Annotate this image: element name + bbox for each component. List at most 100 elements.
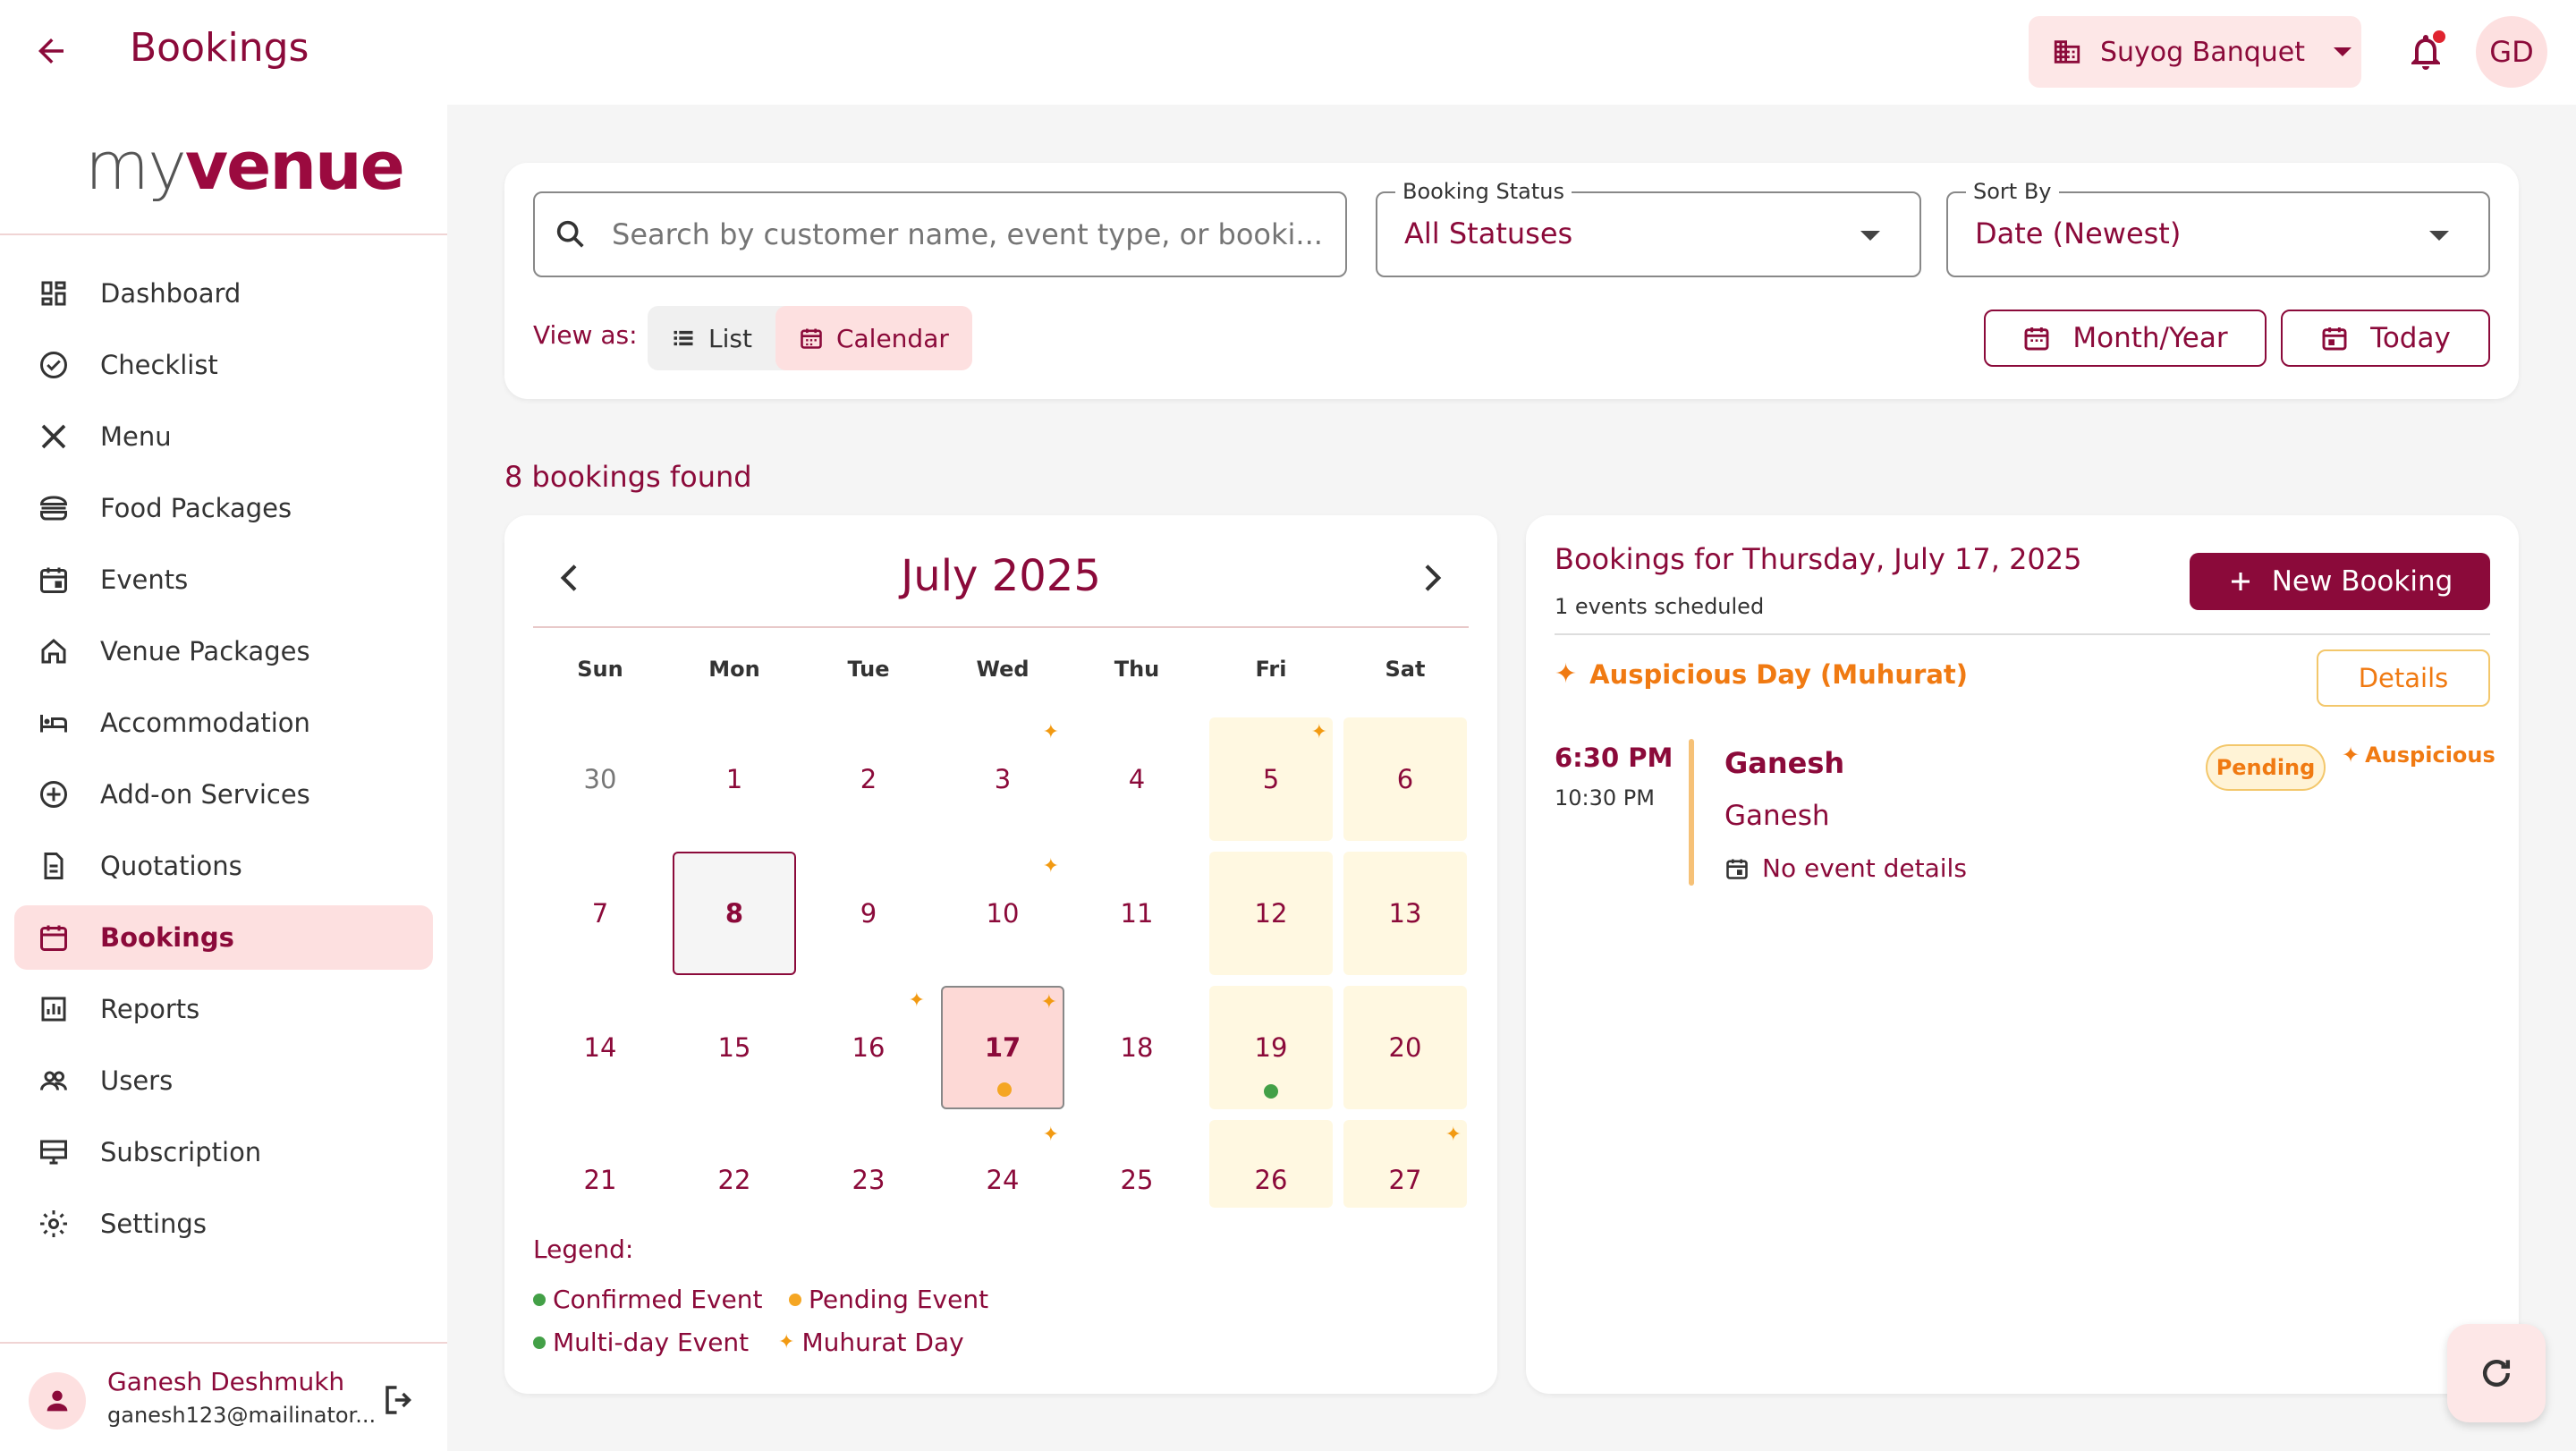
calendar-day-13[interactable]: 13: [1343, 852, 1467, 975]
view-list-button[interactable]: List: [648, 306, 775, 370]
legend-muhurat: ✦ Muhurat Day: [778, 1328, 964, 1357]
view-calendar-button[interactable]: Calendar: [775, 306, 972, 370]
booking-status-select[interactable]: Booking Status All Statuses: [1376, 179, 1921, 277]
calendar-day-27[interactable]: 27 ✦: [1343, 1120, 1467, 1208]
calendar-day-22[interactable]: 22: [673, 1120, 796, 1208]
calendar-day-23[interactable]: 23: [807, 1120, 930, 1208]
calendar-day-2[interactable]: 2: [807, 717, 930, 841]
calendar-day-9[interactable]: 9: [807, 852, 930, 975]
event-name[interactable]: Ganesh: [1724, 746, 1844, 780]
event-details: No event details: [1724, 853, 1967, 883]
new-booking-button[interactable]: New Booking: [2190, 553, 2490, 610]
user-email: ganesh123@mailinator...: [107, 1403, 377, 1428]
sidebar-item-subscription[interactable]: Subscription: [14, 1120, 433, 1184]
user-avatar[interactable]: GD: [2476, 16, 2547, 88]
weekday-wed: Wed: [976, 657, 1030, 682]
event-status-bar: [1689, 739, 1694, 886]
sidebar-item-bookings[interactable]: Bookings: [14, 905, 433, 970]
person-icon: [47, 1390, 68, 1412]
sort-by-select[interactable]: Sort By Date (Newest): [1946, 179, 2490, 277]
booking-details-card: Bookings for Thursday, July 17, 2025 1 e…: [1526, 515, 2519, 1394]
calendar-day-7[interactable]: 7: [538, 852, 662, 975]
sidebar-item-accommodation[interactable]: Accommodation: [14, 691, 433, 755]
chevron-right-icon[interactable]: [1413, 560, 1449, 596]
calendar-day-21[interactable]: 21: [538, 1120, 662, 1208]
sidebar-nav: Dashboard Checklist Menu Food Packages E…: [14, 261, 433, 1263]
calendar-day-3[interactable]: 3 ✦: [941, 717, 1064, 841]
status-badge: Pending: [2206, 744, 2326, 791]
results-count: 8 bookings found: [504, 460, 752, 494]
gear-icon: [40, 1210, 67, 1237]
utensils-icon: [41, 424, 66, 449]
legend-multiday: Multi-day Event: [533, 1328, 749, 1357]
weekday-mon: Mon: [708, 657, 760, 682]
notification-dot: [2433, 30, 2445, 43]
search-box[interactable]: [533, 191, 1347, 277]
calendar-day-18[interactable]: 18: [1075, 986, 1199, 1109]
calendar-day-6[interactable]: 6: [1343, 717, 1467, 841]
details-button[interactable]: Details: [2317, 649, 2490, 707]
back-arrow-icon[interactable]: [32, 32, 70, 70]
weekday-sun: Sun: [577, 657, 623, 682]
refresh-button[interactable]: [2447, 1324, 2546, 1422]
plus-icon: [2231, 573, 2250, 590]
event-end-time: 10:30 PM: [1555, 785, 1655, 810]
sidebar-divider: [0, 233, 447, 235]
calendar-day-12[interactable]: 12: [1209, 852, 1333, 975]
calendar-event-icon: [1726, 859, 1748, 879]
user-avatar-small: [29, 1372, 86, 1430]
calendar-icon: [40, 925, 67, 951]
calendar-day-30[interactable]: 30: [538, 717, 662, 841]
sparkle-icon: ✦: [1310, 721, 1327, 743]
today-button[interactable]: Today: [2281, 310, 2490, 367]
search-input[interactable]: [612, 217, 1327, 251]
calendar-day-1[interactable]: 1: [673, 717, 796, 841]
sidebar-item-reports[interactable]: Reports: [14, 977, 433, 1041]
user-name: Ganesh Deshmukh: [107, 1367, 345, 1396]
sidebar-item-checklist[interactable]: Checklist: [14, 333, 433, 397]
event-customer: Ganesh: [1724, 800, 1830, 832]
plus-circle-icon: [40, 781, 67, 808]
calendar-day-4[interactable]: 4: [1075, 717, 1199, 841]
calendar-day-5[interactable]: 5 ✦: [1209, 717, 1333, 841]
calendar-day-8[interactable]: 8: [673, 852, 796, 975]
sidebar-item-events[interactable]: Events: [14, 547, 433, 612]
calendar-day-17[interactable]: 17 ✦: [941, 986, 1064, 1109]
calendar-day-10[interactable]: 10 ✦: [941, 852, 1064, 975]
calendar-month-title: July 2025: [901, 551, 1101, 601]
calendar-day-19[interactable]: 19: [1209, 986, 1333, 1109]
calendar-day-24[interactable]: 24 ✦: [941, 1120, 1064, 1208]
month-year-button[interactable]: Month/Year: [1984, 310, 2267, 367]
sidebar-item-settings[interactable]: Settings: [14, 1192, 433, 1256]
calendar-today-icon: [2322, 327, 2347, 351]
calendar-day-16[interactable]: 16 ✦: [807, 986, 930, 1109]
details-title: Bookings for Thursday, July 17, 2025: [1555, 542, 2082, 576]
notifications-button[interactable]: [2404, 30, 2447, 73]
sidebar-item-quotations[interactable]: Quotations: [14, 834, 433, 898]
calendar-day-14[interactable]: 14: [538, 986, 662, 1109]
sidebar-item-food-packages[interactable]: Food Packages: [14, 476, 433, 540]
users-icon: [40, 1071, 67, 1090]
page-title: Bookings: [130, 25, 309, 71]
calendar-day-20[interactable]: 20: [1343, 986, 1467, 1109]
user-profile: Ganesh Deshmukh ganesh123@mailinator...: [0, 1344, 447, 1451]
calendar-day-11[interactable]: 11: [1075, 852, 1199, 975]
refresh-icon: [2483, 1360, 2511, 1387]
calendar-day-26[interactable]: 26: [1209, 1120, 1333, 1208]
legend-title: Legend:: [533, 1235, 634, 1264]
sidebar-item-add-on-services[interactable]: Add-on Services: [14, 762, 433, 827]
sidebar-item-venue-packages[interactable]: Venue Packages: [14, 619, 433, 683]
logout-icon[interactable]: [381, 1381, 419, 1419]
event-start-time: 6:30 PM: [1555, 742, 1674, 773]
bed-icon: [40, 715, 67, 733]
venue-selector[interactable]: Suyog Banquet: [2029, 16, 2361, 88]
document-icon: [44, 853, 64, 879]
calendar-day-15[interactable]: 15: [673, 986, 796, 1109]
sidebar-item-dashboard[interactable]: Dashboard: [14, 261, 433, 326]
list-icon: [674, 330, 693, 346]
auspicious-tag: ✦ Auspicious: [2342, 742, 2496, 768]
sidebar-item-menu[interactable]: Menu: [14, 404, 433, 469]
sidebar-item-users[interactable]: Users: [14, 1048, 433, 1113]
sparkle-icon: ✦: [778, 1331, 795, 1353]
calendar-day-25[interactable]: 25: [1075, 1120, 1199, 1208]
